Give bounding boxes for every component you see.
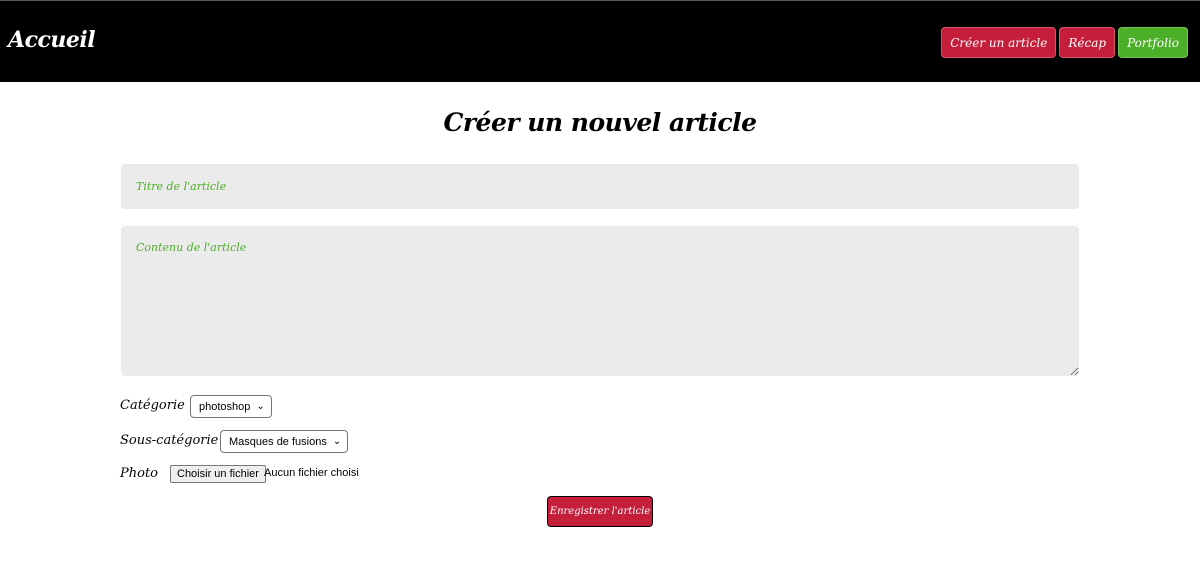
- nav-portfolio-button[interactable]: Portfolio: [1118, 27, 1188, 58]
- category-select[interactable]: photoshop ⌄: [190, 395, 272, 418]
- file-status-text: Aucun fichier choisi: [264, 467, 359, 479]
- choose-file-button[interactable]: Choisir un fichier: [170, 465, 266, 483]
- article-title-input[interactable]: [121, 164, 1079, 209]
- subcategory-select[interactable]: Masques de fusions ⌄: [220, 430, 349, 453]
- photo-label: Photo: [120, 466, 158, 481]
- save-article-button[interactable]: Enregistrer l'article: [547, 496, 653, 527]
- nav-create-article-button[interactable]: Créer un article: [941, 27, 1057, 58]
- article-content-textarea[interactable]: [121, 226, 1079, 376]
- top-navbar: Accueil Créer un article Récap Portfolio: [0, 0, 1200, 82]
- main-nav: Créer un article Récap Portfolio: [941, 27, 1188, 58]
- page-title: Créer un nouvel article: [443, 108, 757, 137]
- subcategory-select-value: Masques de fusions: [229, 435, 327, 448]
- category-select-value: photoshop: [199, 400, 251, 413]
- chevron-down-icon: ⌄: [332, 436, 342, 447]
- chevron-down-icon: ⌄: [256, 401, 265, 412]
- category-label: Catégorie: [120, 398, 185, 413]
- home-link[interactable]: Accueil: [8, 27, 96, 53]
- subcategory-label: Sous-catégorie: [120, 433, 219, 448]
- nav-recap-button[interactable]: Récap: [1059, 27, 1116, 58]
